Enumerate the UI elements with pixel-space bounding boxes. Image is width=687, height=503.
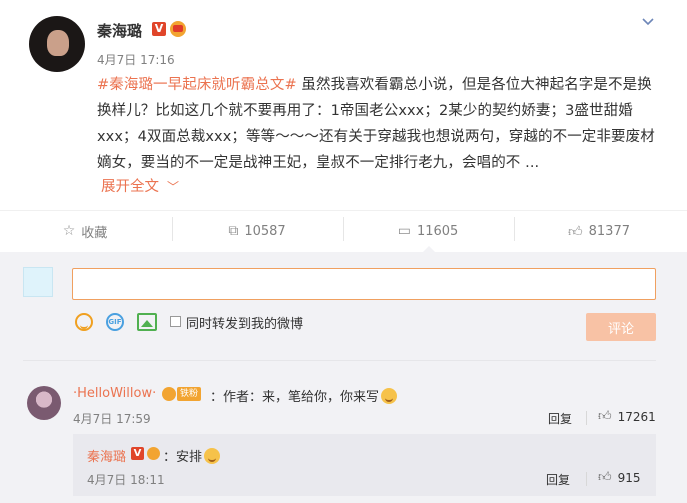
post-author-name[interactable]: 秦海璐 [97,20,142,41]
chevron-down-icon[interactable] [640,14,656,30]
expand-label: 展开全文 [101,179,159,195]
emoji-icon[interactable] [75,313,93,331]
reply-timestamp: 4月7日 18:11 [87,473,165,487]
favorite-label: 收藏 [81,225,108,241]
comment-count: 11605 [416,223,459,239]
reply-text-content: ：安排 [163,450,203,465]
thumbs-up-icon: 👍︎ [568,223,583,240]
thumbs-up-icon: 👍︎ [598,409,612,424]
reply-like-count: 915 [617,470,641,485]
chevron-down-icon: ﹀ [167,180,180,194]
star-outline-icon: ☆ [62,223,76,239]
divider [23,360,656,361]
current-user-avatar [23,267,53,297]
comment-timestamp: 4月7日 17:59 [73,412,151,426]
vip-crown-icon [147,447,160,460]
verified-badge: V [152,22,166,36]
divider [586,411,587,425]
like-button[interactable]: 👍︎ 81377 [514,211,684,251]
comment-like-count: 17261 [617,409,656,424]
thumbs-up-icon: 👍︎ [598,470,612,485]
reply-button[interactable]: 回复 [548,410,572,427]
forward-count: 10587 [244,223,286,239]
comment-text: ：作者：来，笔给你，你来写 [210,386,398,405]
post-body: #秦海璐一早起床就听霸总文# 虽然我喜欢看霸总小说，但是各位大神起名字是不是换换… [97,72,662,176]
commenter-avatar[interactable] [27,386,61,420]
author-avatar[interactable] [29,16,85,72]
forward-button[interactable]: ⧉ 10587 [172,211,342,251]
gif-icon[interactable]: GIF [106,313,124,331]
image-icon[interactable] [137,313,157,331]
comment-like-button[interactable]: 👍︎ 17261 [598,409,656,424]
divider [586,472,587,486]
vip-crown-icon [170,21,186,37]
comment-text-content: ：作者：来，笔给你，你来写 [210,390,380,405]
repost-checkbox[interactable] [170,316,181,327]
comment-icon: ▭ [397,223,411,239]
cat-emoji-icon [381,388,398,404]
reply-like-button[interactable]: 👍︎ 915 [598,470,641,485]
commenter-name[interactable]: ·HelloWillow· [73,386,156,401]
favorite-button[interactable]: ☆ 收藏 [0,211,170,251]
reply-text: ：安排 [163,446,221,465]
reply-button[interactable]: 回复 [546,471,570,488]
weibo-post: 秦海璐 V 4月7日 17:16 #秦海璐一早起床就听霸总文# 虽然我喜欢看霸总… [0,0,687,205]
fan-badge: 铁粉 [177,387,202,401]
share-icon: ⧉ [228,223,239,239]
repost-checkbox-label: 同时转发到我的微博 [186,317,304,332]
reply-author-name[interactable]: 秦海璐 [87,446,126,465]
topic-hashtag-link[interactable]: #秦海璐一早起床就听霸总文# [97,77,297,93]
submit-comment-button[interactable]: 评论 [586,313,656,341]
comment-input[interactable] [72,268,656,300]
post-timestamp[interactable]: 4月7日 17:16 [97,51,175,68]
verified-badge: V [131,447,144,460]
cat-emoji-icon [204,448,221,464]
comment-button[interactable]: ▭ 11605 [343,211,513,253]
expand-full-text-link[interactable]: 展开全文 ﹀ [101,175,179,196]
post-action-bar: ☆ 收藏 ⧉ 10587 ▭ 11605 👍︎ 81377 [0,210,687,253]
like-count: 81377 [588,223,630,239]
vip-crown-icon [162,387,176,401]
